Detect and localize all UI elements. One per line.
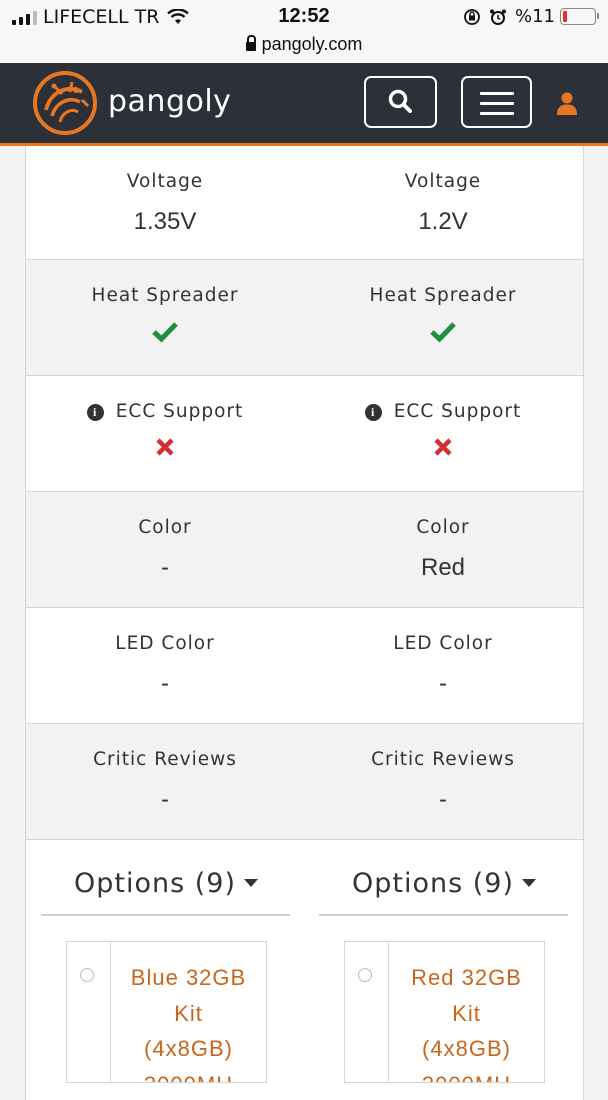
- spec-row-ecc-support: i ECC Support i ECC Support: [26, 376, 583, 492]
- options-heading: Options (9): [73, 868, 236, 899]
- spec-label: Voltage: [404, 171, 482, 192]
- spec-label: Voltage: [126, 171, 204, 192]
- spec-value: Red: [420, 554, 466, 581]
- search-icon: [388, 89, 412, 113]
- option-radio[interactable]: [358, 968, 372, 982]
- spec-label: Color: [416, 517, 470, 538]
- spec-label: ECC Support: [393, 401, 522, 422]
- spec-value: -: [439, 670, 447, 697]
- spec-label: Critic Reviews: [371, 749, 515, 770]
- url-text: pangoly.com: [261, 34, 363, 54]
- spec-value: -: [161, 670, 169, 697]
- comparison-table: Voltage 1.35V Voltage 1.2V Heat Spreader…: [25, 146, 584, 1100]
- search-button[interactable]: [364, 76, 437, 128]
- menu-button[interactable]: [461, 76, 532, 128]
- options-dropdown[interactable]: Options (9): [42, 868, 290, 899]
- spec-row-color: Color - Color Red: [26, 492, 583, 608]
- options-dropdown[interactable]: Options (9): [320, 868, 568, 899]
- battery-icon: [560, 8, 599, 25]
- spec-label: Heat Spreader: [91, 285, 239, 306]
- spec-value: -: [439, 786, 447, 813]
- check-icon: [152, 322, 178, 343]
- spec-value: -: [161, 554, 169, 581]
- orientation-lock-icon: [464, 8, 480, 25]
- divider: [319, 914, 568, 916]
- option-card[interactable]: Blue 32GB Kit (4x8GB) 3000MH: [66, 941, 267, 1083]
- cross-icon: [156, 438, 174, 456]
- spec-label: Critic Reviews: [93, 749, 237, 770]
- spec-row-voltage: Voltage 1.35V Voltage 1.2V: [26, 146, 583, 260]
- status-right: %11: [463, 6, 599, 27]
- url-bar[interactable]: pangoly.com: [0, 34, 608, 63]
- user-icon[interactable]: [555, 91, 579, 115]
- pangoly-logo-icon[interactable]: [32, 70, 98, 136]
- caret-down-icon: [244, 879, 258, 887]
- alarm-icon: [489, 9, 506, 25]
- info-icon[interactable]: i: [364, 404, 382, 421]
- option-radio[interactable]: [80, 968, 94, 982]
- spec-row-led-color: LED Color - LED Color -: [26, 608, 583, 724]
- site-header: pangoly: [0, 63, 608, 146]
- spec-label: Heat Spreader: [369, 285, 517, 306]
- options-row: Options (9) Blue 32GB Kit (4x8GB) 3000MH…: [26, 840, 583, 1100]
- options-heading: Options (9): [351, 868, 514, 899]
- caret-down-icon: [522, 879, 536, 887]
- status-bar: LIFECELL TR 12:52 %11: [0, 0, 608, 34]
- option-card[interactable]: Red 32GB Kit (4x8GB) 3000MH: [344, 941, 545, 1083]
- spec-label: ECC Support: [115, 401, 244, 422]
- spec-label: LED Color: [115, 633, 215, 654]
- option-link[interactable]: Red 32GB Kit (4x8GB) 3000MH: [389, 960, 544, 1082]
- spec-label: LED Color: [393, 633, 493, 654]
- spec-row-heat-spreader: Heat Spreader Heat Spreader: [26, 260, 583, 376]
- spec-label: Color: [138, 517, 192, 538]
- spec-value: -: [161, 786, 169, 813]
- option-link[interactable]: Blue 32GB Kit (4x8GB) 3000MH: [111, 960, 266, 1082]
- spec-value: 1.2V: [418, 208, 468, 235]
- cross-icon: [434, 438, 452, 456]
- info-icon[interactable]: i: [86, 404, 104, 421]
- check-icon: [430, 322, 456, 343]
- spec-row-critic-reviews: Critic Reviews - Critic Reviews -: [26, 724, 583, 840]
- battery-percent: %11: [514, 6, 555, 27]
- brand-name[interactable]: pangoly: [108, 84, 231, 119]
- lock-icon: [245, 35, 256, 51]
- hamburger-icon: [480, 92, 514, 122]
- spec-value: 1.35V: [133, 208, 197, 235]
- divider: [41, 914, 290, 916]
